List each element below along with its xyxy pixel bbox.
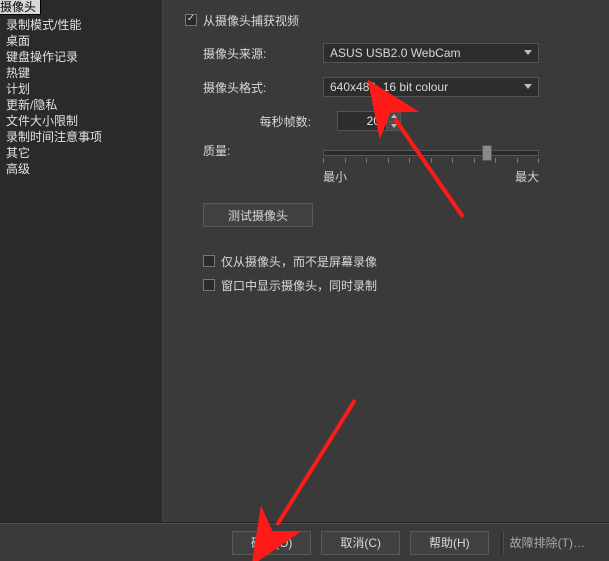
only-webcam-label: 仅从摄像头，而不是屏幕录像: [221, 253, 377, 270]
sidebar-item-filesize[interactable]: 文件大小限制: [0, 113, 162, 129]
help-button[interactable]: 帮助(H): [410, 531, 489, 555]
category-sidebar: 摄像头 录制模式/性能 桌面 键盘操作记录 热键 计划 更新/隐私 文件大小限制…: [0, 0, 163, 522]
fps-step-up[interactable]: [386, 112, 400, 122]
sidebar-item-update[interactable]: 更新/隐私: [0, 97, 162, 113]
show-in-window-label: 窗口中显示摄像头，同时录制: [221, 277, 377, 294]
sidebar-item-desktop[interactable]: 桌面: [0, 33, 162, 49]
fps-step-down[interactable]: [386, 122, 400, 131]
test-webcam-button[interactable]: 测试摄像头: [203, 203, 313, 227]
sidebar-item-keyboard[interactable]: 键盘操作记录: [0, 49, 162, 65]
fps-label: 每秒帧数:: [203, 113, 323, 130]
show-in-window-checkbox[interactable]: [203, 279, 215, 291]
sidebar-list: 录制模式/性能 桌面 键盘操作记录 热键 计划 更新/隐私 文件大小限制 录制时…: [0, 17, 162, 177]
fps-row: 每秒帧数: 20: [203, 108, 609, 134]
only-webcam-checkbox[interactable]: [203, 255, 215, 267]
only-webcam-row: 仅从摄像头，而不是屏幕录像: [203, 253, 609, 269]
ok-button[interactable]: 确定(O): [232, 531, 311, 555]
quality-row: 质量: 最小 最大: [203, 142, 609, 185]
chevron-down-icon: [524, 84, 532, 89]
quality-label: 质量:: [203, 142, 323, 159]
fps-input[interactable]: 20: [337, 111, 401, 131]
quality-slider-ticks: [323, 158, 539, 164]
webcam-source-label: 摄像头来源:: [203, 45, 323, 62]
sidebar-item-advanced[interactable]: 高级: [0, 161, 162, 177]
button-bar-divider: [501, 532, 504, 554]
webcam-format-value: 640x480, 16 bit colour: [330, 80, 448, 94]
webcam-format-row: 摄像头格式: 640x480, 16 bit colour: [203, 74, 609, 100]
ok-label: 确定(O): [251, 534, 292, 551]
text-cursor: [381, 115, 382, 127]
fps-value: 20: [367, 114, 380, 128]
webcam-format-dropdown[interactable]: 640x480, 16 bit colour: [323, 77, 539, 97]
show-in-window-row: 窗口中显示摄像头，同时录制: [203, 277, 609, 293]
troubleshoot-link[interactable]: 故障排除(T)…: [510, 534, 585, 551]
sidebar-item-time-notice[interactable]: 录制时间注意事项: [0, 129, 162, 145]
test-webcam-label: 测试摄像头: [228, 207, 288, 224]
sidebar-item-hotkeys[interactable]: 热键: [0, 65, 162, 81]
quality-slider[interactable]: [323, 150, 539, 156]
quality-min-label: 最小: [323, 168, 347, 185]
settings-dialog: 摄像头 录制模式/性能 桌面 键盘操作记录 热键 计划 更新/隐私 文件大小限制…: [0, 0, 609, 561]
quality-slider-labels: 最小 最大: [323, 168, 539, 185]
webcam-source-row: 摄像头来源: ASUS USB2.0 WebCam: [203, 40, 609, 66]
webcam-settings-panel: 从摄像头捕获视频 摄像头来源: ASUS USB2.0 WebCam 摄像头格式…: [163, 0, 609, 522]
webcam-format-label: 摄像头格式:: [203, 79, 323, 96]
fps-spinner: [386, 112, 400, 130]
capture-video-checkbox[interactable]: [185, 14, 197, 26]
chevron-down-icon: [524, 50, 532, 55]
quality-max-label: 最大: [515, 168, 539, 185]
webcam-source-dropdown[interactable]: ASUS USB2.0 WebCam: [323, 43, 539, 63]
sidebar-item-other[interactable]: 其它: [0, 145, 162, 161]
capture-video-row: 从摄像头捕获视频: [185, 12, 609, 28]
help-label: 帮助(H): [429, 534, 470, 551]
quality-slider-wrap: 最小 最大: [323, 142, 539, 185]
capture-video-label: 从摄像头捕获视频: [203, 12, 299, 29]
cancel-label: 取消(C): [340, 534, 381, 551]
sidebar-item-schedule[interactable]: 计划: [0, 81, 162, 97]
webcam-source-value: ASUS USB2.0 WebCam: [330, 46, 461, 60]
sidebar-item-record-mode[interactable]: 录制模式/性能: [0, 17, 162, 33]
sidebar-title: 摄像头: [0, 0, 41, 15]
cancel-button[interactable]: 取消(C): [321, 531, 400, 555]
dialog-button-bar: 确定(O) 取消(C) 帮助(H) 故障排除(T)…: [0, 522, 609, 561]
